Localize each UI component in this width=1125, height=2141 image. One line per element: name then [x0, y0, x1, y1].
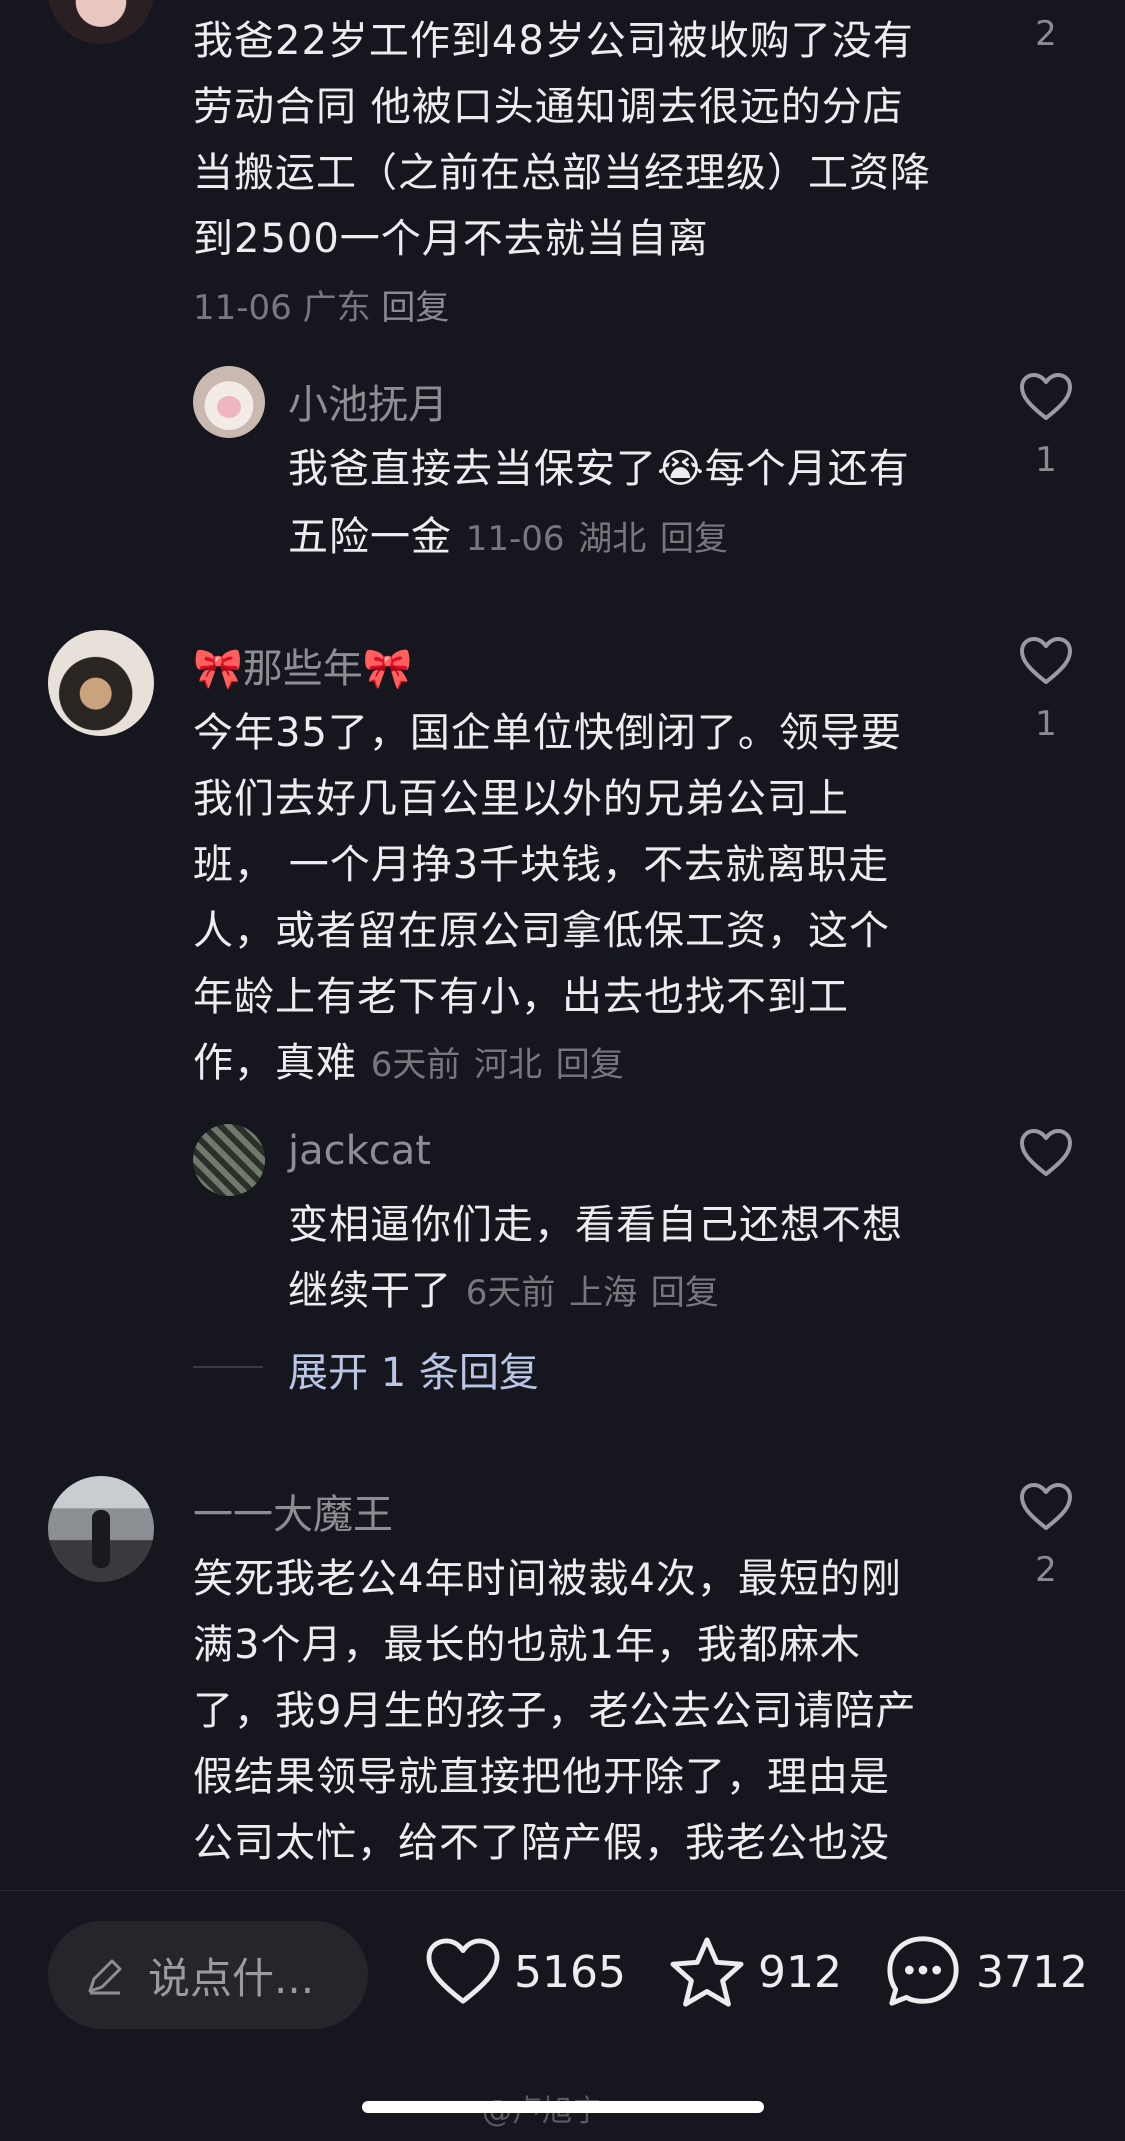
comment-text-line: 笑死我老公4年时间被裁4次，最短的刚 — [193, 1556, 902, 1602]
crying-emoji-icon: 😭 — [657, 446, 705, 492]
comment-text: 作，真难 — [193, 1040, 357, 1086]
comment-text-line: 假结果领导就直接把他开除了，理由是 — [193, 1754, 890, 1800]
comment-text-line: 班， 一个月挣3千块钱，不去就离职走 — [193, 842, 890, 888]
comment-text-line: 我们去好几百公里以外的兄弟公司上 — [193, 776, 849, 822]
comment-text-line: 当搬运工（之前在总部当经理级）工资降 — [193, 150, 931, 196]
heart-icon[interactable] — [1018, 1128, 1074, 1178]
reply-text-line: 继续干了 6天前 上海 回复 — [288, 1258, 719, 1316]
star-icon[interactable] — [668, 1935, 746, 2009]
comment-location: 河北 — [474, 1045, 543, 1085]
reply-text-line: 变相逼你们走，看看自己还想不想 — [288, 1202, 903, 1248]
avatar[interactable] — [48, 1476, 154, 1582]
reply-link[interactable]: 回复 — [556, 1045, 624, 1085]
avatar[interactable] — [193, 1124, 265, 1196]
comment-meta: 11-06 广东 回复 — [193, 280, 449, 329]
comment-date: 11-06 — [193, 288, 292, 328]
avatar[interactable] — [48, 630, 154, 736]
like-count: 1 — [1035, 704, 1057, 744]
reply-username[interactable]: 小池抚月 — [288, 372, 448, 430]
reply-text: 继续干了 — [288, 1268, 452, 1314]
comment-text-line: 年龄上有老下有小，出去也找不到工 — [193, 974, 849, 1020]
comment-text-line: 我爸22岁工作到48岁公司被收购了没有 — [193, 18, 914, 64]
heart-icon[interactable] — [1018, 372, 1074, 422]
comment-username[interactable]: 一一大魔王 — [193, 1482, 393, 1540]
reply-location: 湖北 — [578, 519, 647, 559]
comment-location: 广东 — [302, 288, 371, 328]
like-count: 2 — [1035, 1550, 1057, 1590]
expand-replies-link[interactable]: 展开 1 条回复 — [288, 1340, 539, 1398]
reply-location: 上海 — [569, 1273, 638, 1313]
avatar[interactable] — [48, 0, 154, 44]
comment-text-line: 今年35了，国企单位快倒闭了。领导要 — [193, 710, 902, 756]
comment-input-placeholder: 说点什... — [148, 1954, 315, 2003]
comment-total[interactable]: 3712 — [976, 1947, 1088, 1998]
expand-divider — [193, 1366, 263, 1368]
avatar[interactable] — [193, 366, 265, 438]
comment-text-line: 公司太忙，给不了陪产假，我老公也没 — [193, 1820, 890, 1866]
reply-text: 每个月还有 — [704, 446, 910, 492]
comment-text-line: 到2500一个月不去就当自离 — [193, 216, 709, 262]
like-total[interactable]: 5165 — [514, 1947, 626, 1998]
comment-input[interactable]: 说点什... — [48, 1921, 368, 2029]
reply-date: 11-06 — [465, 519, 565, 559]
reply-text: 我爸直接去当保安了 — [288, 446, 657, 492]
heart-icon[interactable] — [1018, 1482, 1074, 1532]
home-indicator[interactable] — [362, 2101, 764, 2113]
like-count: 2 — [1035, 14, 1057, 54]
reply-username[interactable]: jackcat — [288, 1128, 431, 1174]
reply-text-line: 五险一金 11-06 湖北 回复 — [288, 504, 728, 562]
reply-link[interactable]: 回复 — [651, 1273, 719, 1313]
comment-text-line: 人，或者留在原公司拿低保工资，这个 — [193, 908, 890, 954]
reply-link[interactable]: 回复 — [381, 288, 449, 328]
comment-text-line: 了，我9月生的孩子，老公去公司请陪产 — [193, 1688, 917, 1734]
reply-date: 6天前 — [465, 1273, 556, 1313]
comment-date: 6天前 — [370, 1045, 461, 1085]
reply-text-line: 我爸直接去当保安了😭每个月还有 — [288, 436, 910, 494]
comment-text-line: 作，真难 6天前 河北 回复 — [193, 1030, 624, 1088]
reply-text: 五险一金 — [288, 514, 452, 560]
heart-icon[interactable] — [1018, 636, 1074, 686]
comment-text-line: 满3个月，最长的也就1年，我都麻木 — [193, 1622, 861, 1668]
comment-username[interactable]: 🎀那些年🎀 — [193, 636, 413, 694]
comment-text-line: 劳动合同 他被口头通知调去很远的分店 — [193, 84, 904, 130]
favorite-total[interactable]: 912 — [758, 1947, 842, 1998]
heart-icon[interactable] — [424, 1937, 502, 2007]
reply-link[interactable]: 回复 — [660, 519, 728, 559]
like-count: 1 — [1035, 440, 1057, 480]
pencil-icon — [88, 1959, 122, 1995]
comment-bubble-icon[interactable] — [884, 1933, 962, 2011]
